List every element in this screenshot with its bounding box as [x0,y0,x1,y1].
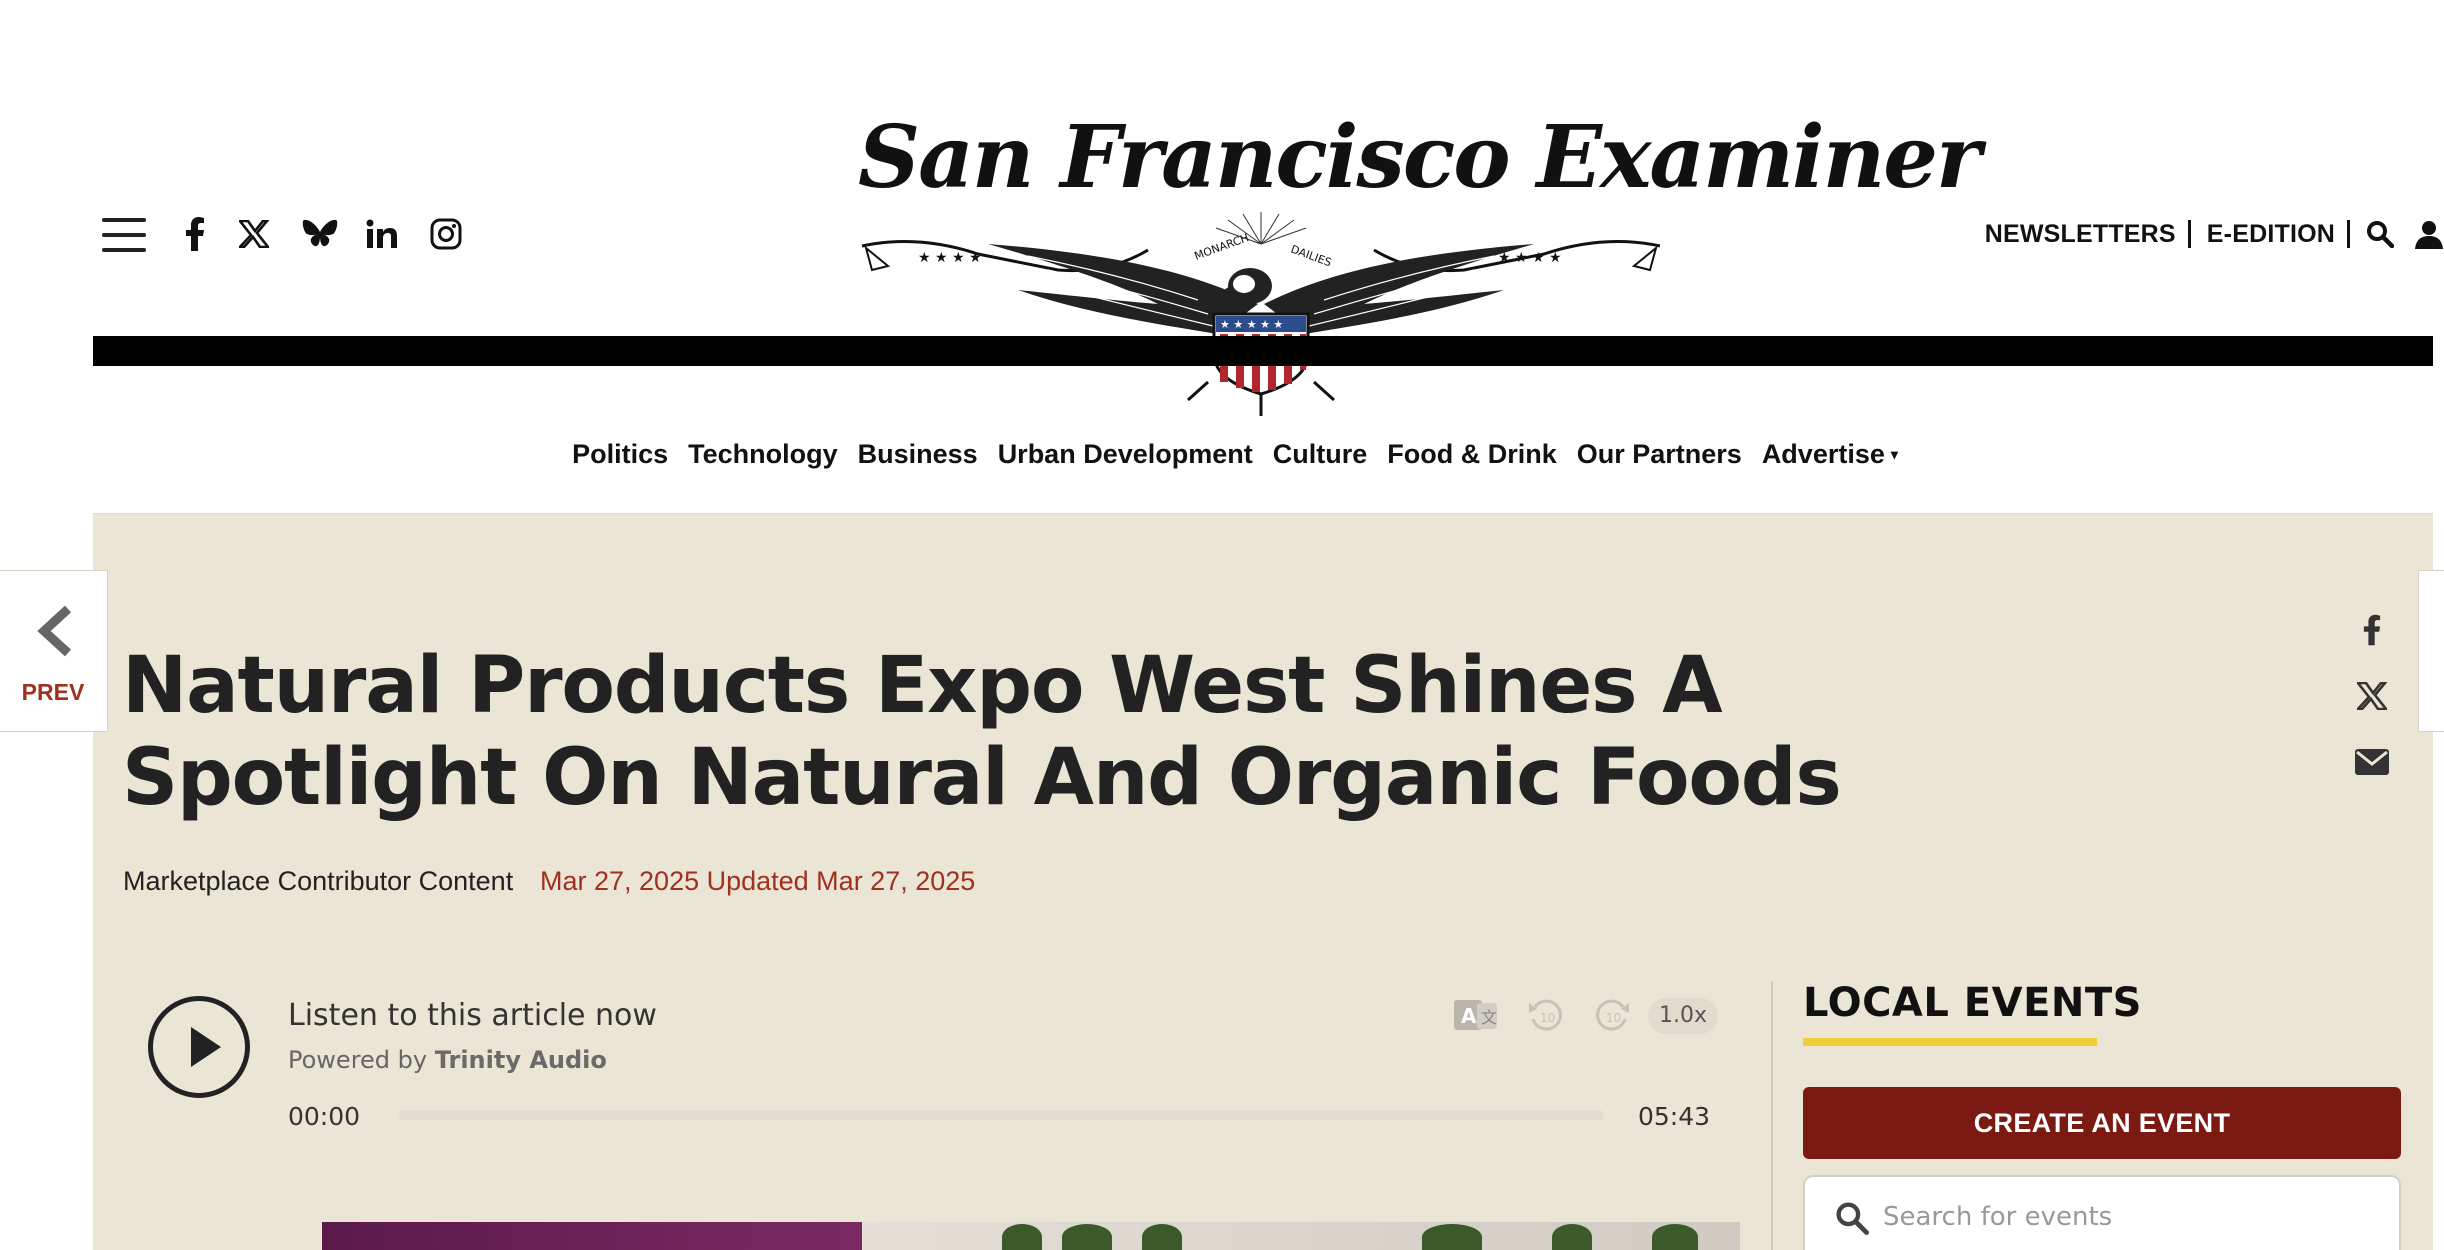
search-icon [1836,1202,1869,1235]
svg-text:10: 10 [1540,1011,1555,1025]
next-article-tab[interactable] [2418,570,2444,732]
rewind-10-icon[interactable]: 10 [1526,996,1566,1036]
article-headline: Natural Products Expo West Shines A Spot… [122,641,1842,823]
separator [2347,220,2350,248]
article-hero-image [322,1222,1740,1250]
heading-underline [1803,1038,2097,1046]
nav-item-technology[interactable]: Technology [688,432,838,476]
nav-item-advertise[interactable]: Advertise ▾ [1762,432,1898,476]
event-search-box [1803,1175,2401,1250]
linkedin-icon[interactable] [364,212,400,256]
create-event-button[interactable]: CREATE AN EVENT [1803,1087,2401,1159]
nav-item-our-partners[interactable]: Our Partners [1577,432,1742,476]
share-email-icon[interactable] [2350,740,2394,784]
menu-icon[interactable] [102,218,146,252]
x-icon[interactable] [236,212,272,256]
site-header: San Francisco Examiner ★ ★ ★ ★ ★ ★ ★ ★ M… [0,0,2444,514]
sidebar-divider [1771,982,1773,1250]
svg-text:★ ★ ★ ★ ★: ★ ★ ★ ★ ★ [1220,318,1283,331]
chevron-down-icon: ▾ [1890,445,1898,462]
e-edition-link[interactable]: E-EDITION [2207,220,2335,249]
audio-powered-by: Powered by Trinity Audio [288,1046,607,1074]
article-byline[interactable]: Marketplace Contributor Content [123,866,513,897]
nav-item-culture[interactable]: Culture [1273,432,1368,476]
newsletters-link[interactable]: NEWSLETTERS [1985,220,2176,249]
svg-text:MONARCH: MONARCH [1193,231,1251,263]
share-facebook-icon[interactable] [2350,608,2394,652]
powered-brand[interactable]: Trinity Audio [435,1046,607,1074]
local-events-heading: LOCAL EVENTS [1803,980,2142,1026]
audio-current-time: 00:00 [288,1102,361,1131]
svg-text:文: 文 [1481,1008,1497,1027]
nav-item-urban-development[interactable]: Urban Development [998,432,1253,476]
nav-item-food-drink[interactable]: Food & Drink [1387,432,1557,476]
nav-item-politics[interactable]: Politics [572,432,668,476]
share-x-icon[interactable] [2350,674,2394,718]
account-icon[interactable] [2414,219,2444,249]
facebook-icon[interactable] [178,212,212,256]
prev-label: PREV [21,679,85,705]
header-links: NEWSLETTERS E-EDITION [1985,214,2444,254]
svg-text:DAILIES: DAILIES [1289,243,1333,270]
prev-article-button[interactable]: PREV [0,570,108,732]
powered-prefix: Powered by [288,1046,428,1074]
audio-title: Listen to this article now [288,998,657,1033]
forward-10-icon[interactable]: 10 [1592,996,1632,1036]
main-nav: Politics Technology Business Urban Devel… [0,432,2444,476]
play-button[interactable] [148,996,250,1098]
bluesky-icon[interactable] [300,212,340,256]
logo-wordmark: San Francisco Examiner [858,107,1981,208]
header-rule [93,336,2433,366]
separator [2187,220,2191,248]
svg-text:★ ★ ★ ★: ★ ★ ★ ★ [1498,250,1562,266]
svg-text:★ ★ ★ ★: ★ ★ ★ ★ [918,250,982,266]
audio-progress-bar[interactable] [398,1110,1604,1120]
nav-item-business[interactable]: Business [858,432,978,476]
chevron-left-icon [37,605,72,657]
search-icon[interactable] [2366,220,2394,248]
svg-text:10: 10 [1606,1011,1621,1025]
playback-speed-button[interactable]: 1.0x [1648,998,1718,1034]
instagram-icon[interactable] [426,212,466,256]
article-dateline: Mar 27, 2025 Updated Mar 27, 2025 [540,866,976,896]
audio-duration: 05:43 [1638,1102,1711,1131]
translate-icon[interactable]: A文 [1452,996,1500,1036]
nav-item-advertise-label: Advertise [1761,438,1885,469]
svg-text:A: A [1461,1004,1477,1028]
event-search-input[interactable] [1883,1197,2373,1237]
